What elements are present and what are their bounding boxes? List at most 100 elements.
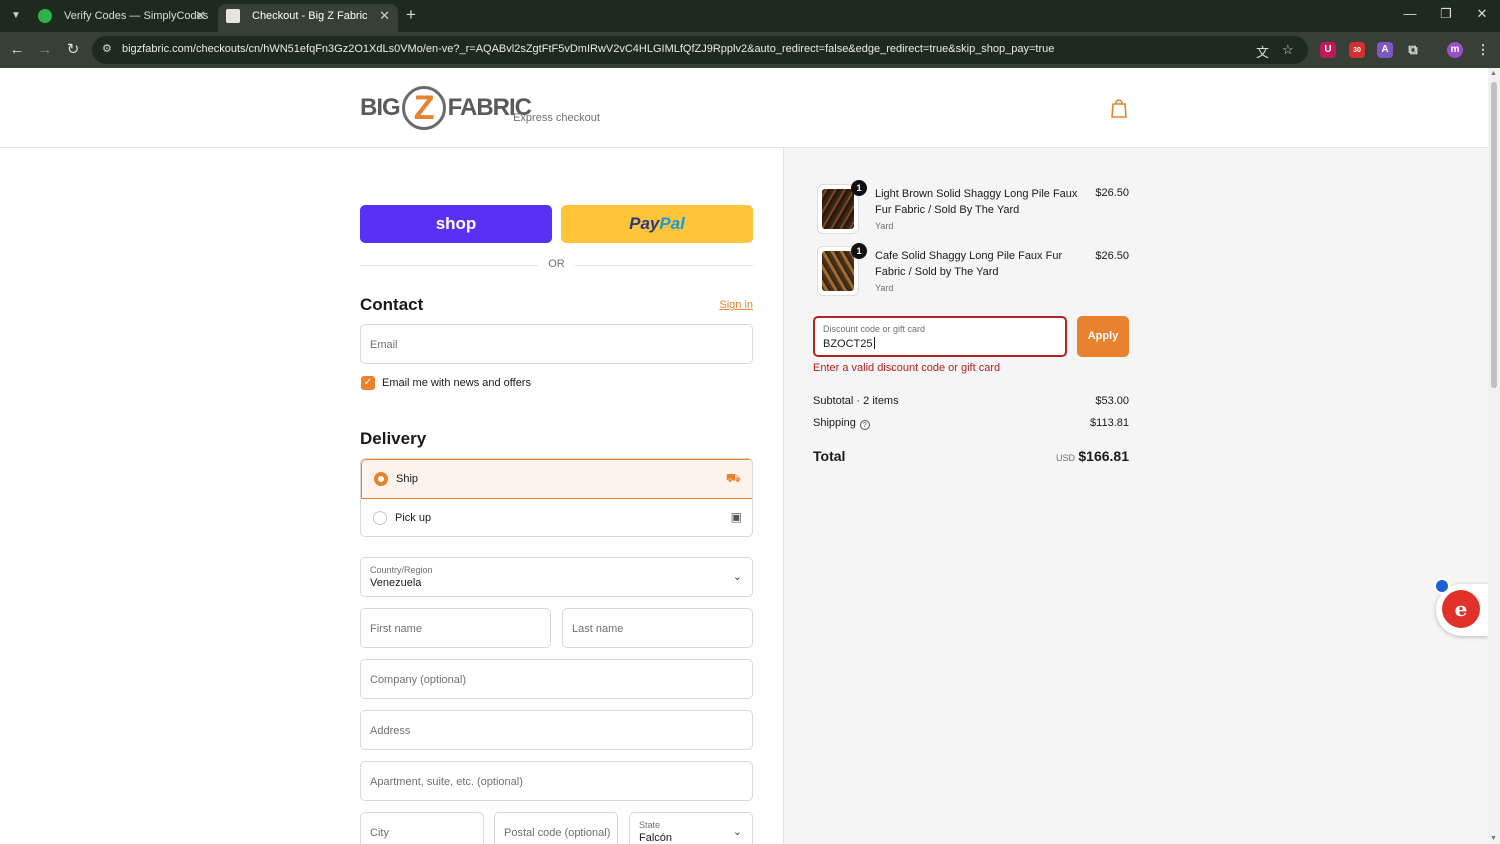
fur-fabric-image bbox=[822, 251, 854, 291]
profile-avatar[interactable]: m bbox=[1447, 42, 1463, 58]
total-label: Total bbox=[813, 448, 846, 464]
store-logo[interactable]: BIG Z FABRIC bbox=[360, 84, 532, 132]
simplycodes-extension-icon[interactable]: 30 bbox=[1349, 42, 1365, 58]
apartment-placeholder: Apartment, suite, etc. (optional) bbox=[370, 776, 523, 788]
item-variant: Yard bbox=[875, 221, 894, 231]
coupon-extension-widget[interactable]: e bbox=[1434, 578, 1488, 636]
discount-error-message: Enter a valid discount code or gift card bbox=[813, 362, 1001, 374]
newsletter-checkbox[interactable]: ✓ bbox=[361, 376, 375, 390]
bigzfabric-favicon-icon bbox=[226, 9, 240, 23]
company-placeholder: Company (optional) bbox=[370, 674, 466, 686]
or-divider: OR bbox=[360, 258, 753, 272]
newsletter-label: Email me with news and offers bbox=[382, 377, 531, 389]
scroll-down-arrow-icon[interactable]: ▼ bbox=[1490, 835, 1497, 842]
simplycodes-favicon-icon bbox=[38, 9, 52, 23]
tab-title: Checkout - Big Z Fabric bbox=[252, 10, 368, 22]
translate-icon[interactable]: 文 bbox=[1256, 42, 1269, 61]
delivery-method-group: Ship ⛟ Pick up ▣ bbox=[360, 458, 753, 537]
item-name: Light Brown Solid Shaggy Long Pile Faux … bbox=[875, 188, 1078, 216]
url-text: bigzfabric.com/checkouts/cn/hWN51efqFn3G… bbox=[122, 43, 1055, 55]
back-arrow-icon[interactable]: ← bbox=[7, 40, 27, 60]
pickup-radio[interactable] bbox=[373, 511, 387, 525]
ship-label: Ship bbox=[396, 473, 419, 485]
discount-value: BZOCT25 bbox=[823, 338, 873, 350]
subtotal-value: $53.00 bbox=[1095, 395, 1129, 407]
scroll-up-arrow-icon[interactable]: ▲ bbox=[1490, 70, 1497, 77]
city-field[interactable]: City bbox=[360, 812, 484, 844]
info-icon[interactable]: ? bbox=[859, 420, 870, 430]
apartment-field[interactable]: Apartment, suite, etc. (optional) bbox=[360, 761, 753, 801]
browser-menu-icon[interactable]: ⋮ bbox=[1475, 42, 1491, 58]
pickup-option[interactable]: Pick up ▣ bbox=[361, 499, 752, 536]
email-placeholder: Email bbox=[370, 339, 398, 351]
tab-checkout[interactable]: Checkout - Big Z Fabric ✕ bbox=[218, 4, 398, 32]
pickup-label: Pick up bbox=[395, 512, 432, 524]
new-tab-plus-icon[interactable]: + bbox=[406, 5, 416, 25]
minimize-icon[interactable]: — bbox=[1400, 6, 1420, 21]
page-scrollbar[interactable]: ▲ ▼ bbox=[1488, 68, 1500, 844]
quantity-badge: 1 bbox=[851, 180, 867, 196]
truck-icon: ⛟ bbox=[725, 471, 741, 485]
postal-code-field[interactable]: Postal code (optional) bbox=[494, 812, 618, 844]
city-placeholder: City bbox=[370, 827, 389, 839]
bookmark-star-icon[interactable]: ☆ bbox=[1282, 42, 1294, 58]
postal-placeholder: Postal code (optional) bbox=[504, 827, 611, 839]
extension-badge: 30 bbox=[1353, 47, 1361, 54]
ublock-extension-icon[interactable]: U bbox=[1320, 42, 1336, 58]
state-label: State bbox=[639, 820, 661, 830]
quantity-badge: 1 bbox=[851, 243, 867, 259]
apply-discount-button[interactable]: Apply bbox=[1077, 316, 1129, 357]
first-name-placeholder: First name bbox=[370, 623, 422, 635]
address-placeholder: Address bbox=[370, 725, 411, 737]
shipping-label: Shipping bbox=[813, 417, 856, 429]
state-select[interactable]: State Falcón ⌄ bbox=[629, 812, 753, 844]
tab-search-chevron-icon[interactable]: ▼ bbox=[6, 6, 26, 26]
discount-code-field[interactable]: Discount code or gift card BZOCT25 bbox=[813, 316, 1067, 357]
browser-toolbar: ← → ↻ ⚙ bigzfabric.com/checkouts/cn/hWN5… bbox=[0, 32, 1500, 68]
item-variant: Yard bbox=[875, 283, 894, 293]
address-bar[interactable]: ⚙ bigzfabric.com/checkouts/cn/hWN51efqFn… bbox=[92, 36, 1308, 64]
country-value: Venezuela bbox=[370, 577, 422, 589]
country-select[interactable]: Country/Region Venezuela ⌄ bbox=[360, 557, 753, 597]
restore-icon[interactable]: ❐ bbox=[1436, 6, 1456, 22]
contact-title: Contact bbox=[360, 295, 424, 314]
address-field[interactable]: Address bbox=[360, 710, 753, 750]
item-name: Cafe Solid Shaggy Long Pile Faux Fur Fab… bbox=[875, 250, 1063, 278]
coupon-logo-icon: e bbox=[1442, 590, 1480, 628]
email-field[interactable]: Email bbox=[360, 324, 753, 364]
ship-option[interactable]: Ship ⛟ bbox=[361, 459, 752, 499]
paypal-text-pal: Pal bbox=[659, 214, 685, 233]
shopping-bag-icon[interactable] bbox=[1110, 98, 1128, 118]
scrollbar-thumb[interactable] bbox=[1491, 82, 1497, 388]
close-tab-icon[interactable]: ✕ bbox=[379, 4, 390, 28]
item-price: $26.50 bbox=[1095, 250, 1129, 262]
shipping-value: $113.81 bbox=[1090, 417, 1129, 429]
reload-icon[interactable]: ↻ bbox=[63, 40, 83, 60]
store-header: BIG Z FABRIC bbox=[0, 68, 1488, 148]
first-name-field[interactable]: First name bbox=[360, 608, 551, 648]
a-extension-icon[interactable]: A bbox=[1377, 42, 1393, 58]
shop-pay-button[interactable]: shop bbox=[360, 205, 552, 243]
discount-label: Discount code or gift card bbox=[823, 324, 926, 334]
subtotal-label: Subtotal · 2 items bbox=[813, 395, 899, 407]
text-caret bbox=[873, 337, 875, 349]
extensions-puzzle-icon[interactable]: ⧉ bbox=[1405, 42, 1421, 58]
last-name-field[interactable]: Last name bbox=[562, 608, 753, 648]
sign-in-link[interactable]: Sign in bbox=[700, 299, 753, 311]
widget-badge-icon bbox=[1434, 578, 1450, 594]
close-window-icon[interactable]: ✕ bbox=[1472, 6, 1492, 22]
discount-value-wrap: BZOCT25 bbox=[823, 337, 875, 350]
chevron-down-icon: ⌄ bbox=[732, 826, 742, 838]
paypal-button[interactable]: PayPal bbox=[561, 205, 753, 243]
or-text: OR bbox=[548, 258, 565, 270]
paypal-text-pay: Pay bbox=[629, 214, 660, 233]
tab-simplycodes[interactable]: Verify Codes — SimplyCodes ✕ bbox=[30, 4, 214, 32]
close-tab-icon[interactable]: ✕ bbox=[195, 4, 206, 28]
company-field[interactable]: Company (optional) bbox=[360, 659, 753, 699]
forward-arrow-icon[interactable]: → bbox=[35, 40, 55, 60]
site-info-icon[interactable]: ⚙ bbox=[102, 42, 116, 56]
total-value: $166.81 bbox=[1078, 448, 1129, 464]
browser-tab-bar: ▼ Verify Codes — SimplyCodes ✕ Checkout … bbox=[0, 0, 1500, 32]
ship-radio[interactable] bbox=[374, 472, 388, 486]
fur-fabric-image bbox=[822, 189, 854, 229]
